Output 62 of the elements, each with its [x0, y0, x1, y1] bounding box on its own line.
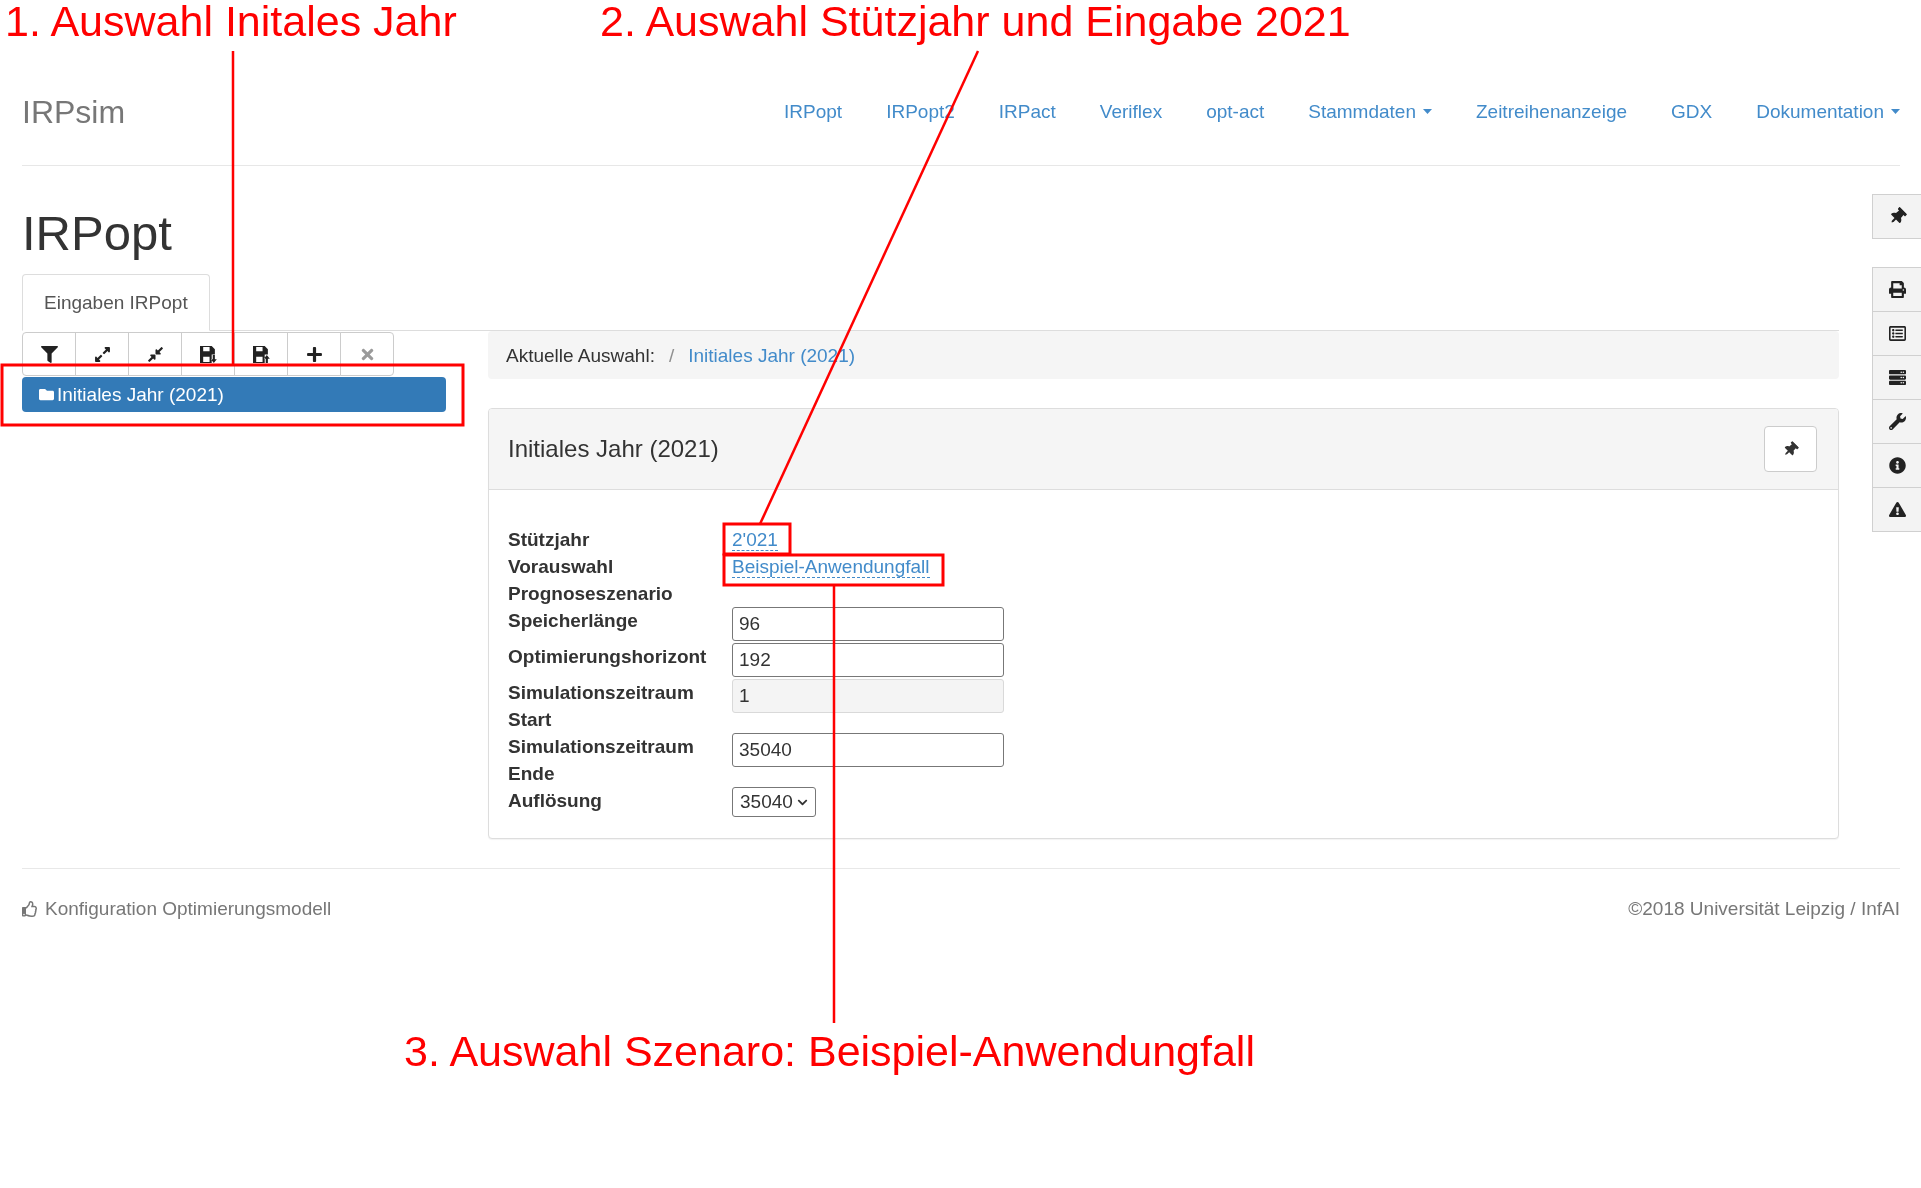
dropdown-select[interactable]: 35040	[732, 787, 816, 817]
field-label: Stützjahr	[508, 528, 591, 552]
compress-arrows-icon	[146, 345, 164, 363]
expand-button[interactable]	[75, 332, 129, 376]
annotation-text: 1. Auswahl Initales Jahr	[5, 0, 457, 43]
filter-button[interactable]	[22, 332, 76, 376]
add-button[interactable]	[287, 332, 341, 376]
list-icon	[1888, 325, 1906, 342]
caret-icon	[1422, 109, 1432, 114]
field-label: Speicherlänge	[508, 609, 639, 633]
floppy-arrow-down-icon	[199, 345, 217, 363]
footer-text: Konfiguration Optimierungsmodell	[45, 897, 332, 921]
field-label: Optimierungshorizont	[508, 645, 708, 669]
folder-icon	[38, 387, 55, 402]
input-field[interactable]: 35040	[732, 733, 1004, 767]
caret-icon	[1891, 109, 1900, 114]
tools-button[interactable]	[1872, 399, 1921, 444]
editable-value-link[interactable]: 2'021	[732, 529, 778, 551]
input-field[interactable]: 192	[732, 643, 1004, 677]
stack-button[interactable]	[1872, 355, 1921, 400]
page-title: IRPopt	[22, 206, 172, 260]
field-label: Vorauswahl Prognoseszenario	[508, 555, 674, 606]
breadcrumb-label: Aktuelle Auswahl:	[506, 343, 655, 368]
nav-link[interactable]: Stammdaten	[1308, 98, 1432, 125]
info-icon	[1888, 457, 1906, 474]
editable-value-link[interactable]: Beispiel-Anwendungfall	[732, 556, 930, 578]
print-button[interactable]	[1872, 267, 1921, 312]
field-label: Auflösung	[508, 789, 603, 813]
funnel-icon	[40, 345, 58, 363]
warning-button[interactable]	[1872, 487, 1921, 532]
plus-icon	[305, 345, 323, 363]
field-label: Simulationszeitraum Start	[508, 681, 695, 732]
pin-button[interactable]	[1764, 426, 1817, 472]
info-button[interactable]	[1872, 443, 1921, 488]
thumbs-up-icon	[22, 900, 38, 917]
nav-link[interactable]: Veriflex	[1099, 98, 1163, 125]
nav-link[interactable]: opt-act	[1206, 98, 1265, 125]
breadcrumb-separator: /	[668, 343, 675, 368]
wrench-icon	[1888, 413, 1906, 430]
panel-title: Initiales Jahr (2021)	[508, 434, 719, 464]
nav-link[interactable]: IRPact	[998, 98, 1056, 125]
upload-button[interactable]	[234, 332, 288, 376]
expand-arrows-icon	[93, 345, 111, 363]
warning-icon	[1888, 501, 1906, 518]
stacked-bars-icon	[1888, 369, 1906, 386]
nav-link[interactable]: GDX	[1671, 98, 1713, 125]
annotation-text: 2. Auswahl Stützjahr und Eingabe 2021	[600, 0, 1351, 43]
nav-link[interactable]: IRPopt	[784, 98, 843, 125]
brand-name[interactable]: IRPsim	[22, 93, 126, 130]
floppy-arrow-up-icon	[252, 345, 270, 363]
tree-node[interactable]: Initiales Jahr (2021)	[22, 377, 446, 412]
list-button[interactable]	[1872, 311, 1921, 356]
pin-button[interactable]	[1872, 194, 1921, 239]
tab[interactable]: Eingaben IRPopt	[22, 274, 210, 331]
printer-icon	[1888, 281, 1906, 298]
copyright-text: ©2018 Universität Leipzig / InfAI	[1628, 897, 1900, 921]
nav-link[interactable]: Zeitreihenanzeige	[1475, 98, 1627, 125]
field-label: Simulationszeitraum Ende	[508, 735, 695, 786]
input-field[interactable]: 96	[732, 607, 1004, 641]
collapse-button[interactable]	[128, 332, 182, 376]
nav-link[interactable]: Dokumentation	[1756, 98, 1900, 125]
annotation-text: 3. Auswahl Szenaro: Beispiel-Anwendungfall	[404, 1030, 1255, 1073]
